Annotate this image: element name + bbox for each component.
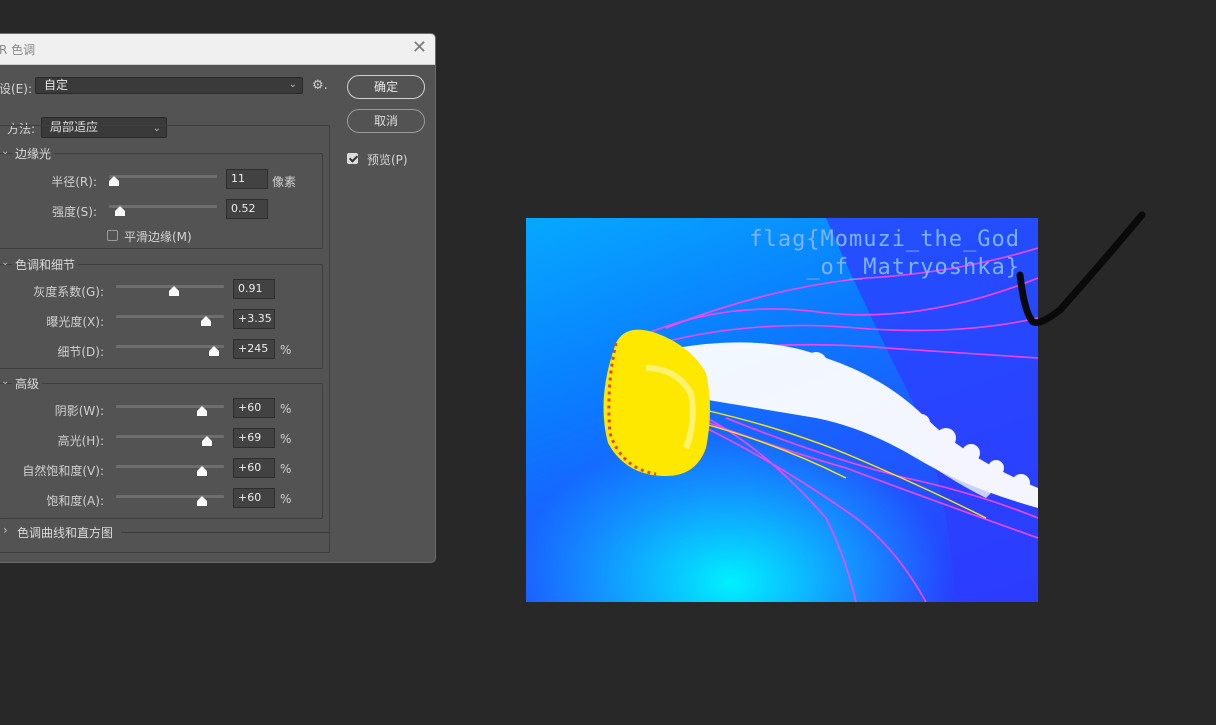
shadow-label: 阴影(W): (54, 404, 104, 418)
vibrance-label: 自然饱和度(V): (22, 464, 104, 478)
radius-slider[interactable] (109, 175, 217, 178)
shadow-slider[interactable] (116, 405, 224, 408)
gamma-input[interactable]: 0.91 (233, 279, 275, 299)
cancel-button[interactable]: 取消 (347, 109, 425, 133)
highlight-label: 高光(H): (57, 434, 104, 448)
saturation-unit: % (280, 492, 292, 506)
chevron-down-icon[interactable]: ⌄ (1, 257, 9, 268)
preview-label: 预览(P) (367, 153, 408, 167)
chevron-down-icon[interactable]: ⌄ (1, 146, 9, 157)
dialog-title: R 色调 (0, 43, 36, 57)
chevron-down-icon: ⌄ (288, 79, 297, 90)
flag-text: flag{Momuzi_the_God _of_Matryoshka} (749, 226, 1020, 282)
curves-title[interactable]: 色调曲线和直方图 (14, 524, 117, 541)
exposure-input[interactable]: +3.35 (233, 309, 275, 329)
saturation-input[interactable]: +60 (233, 488, 275, 508)
curves-divider (121, 532, 330, 533)
shadow-input[interactable]: +60 (233, 398, 275, 418)
vibrance-slider[interactable] (116, 465, 224, 468)
gear-icon[interactable]: ⚙. (312, 78, 328, 93)
smooth-edges-label: 平滑边缘(M) (124, 230, 192, 244)
document-canvas[interactable]: flag{Momuzi_the_God _of_Matryoshka} (526, 218, 1038, 602)
preset-value: 自定 (44, 78, 69, 92)
smooth-edges-checkbox[interactable] (107, 230, 118, 241)
detail-slider[interactable] (116, 345, 224, 348)
shadow-unit: % (280, 402, 292, 416)
exposure-label: 曝光度(X): (46, 315, 104, 329)
radius-input[interactable]: 11 (226, 169, 268, 189)
strength-slider[interactable] (109, 205, 217, 208)
flag-text-line-1: flag{Momuzi_the_God (749, 227, 1020, 252)
tone-detail-title: 色调和细节 (12, 256, 79, 273)
highlight-input[interactable]: +69 (233, 428, 275, 448)
radius-label: 半径(R): (51, 175, 97, 189)
vibrance-unit: % (280, 462, 292, 476)
close-icon[interactable]: ✕ (412, 37, 427, 59)
ok-button[interactable]: 确定 (347, 75, 425, 99)
flag-text-line-2: _of_Matryoshka} (806, 255, 1020, 280)
gamma-label: 灰度系数(G): (33, 285, 104, 299)
checkmark-stroke (1016, 211, 1146, 327)
detail-unit: % (280, 343, 292, 357)
strength-input[interactable]: 0.52 (226, 199, 268, 219)
detail-label: 细节(D): (57, 345, 104, 359)
saturation-slider[interactable] (116, 495, 224, 498)
chevron-right-icon[interactable]: › (3, 523, 8, 537)
preset-select[interactable]: 自定 ⌄ (35, 77, 303, 94)
radius-unit: 像素 (272, 175, 297, 189)
edge-glow-title: 边缘光 (12, 145, 55, 162)
dialog-titlebar[interactable]: R 色调 ✕ (0, 34, 435, 65)
advanced-title: 高级 (12, 375, 43, 392)
detail-input[interactable]: +245 (233, 339, 275, 359)
chevron-down-icon[interactable]: ⌄ (1, 376, 9, 387)
preset-label: 设(E): (0, 82, 32, 96)
highlight-unit: % (280, 432, 292, 446)
vibrance-input[interactable]: +60 (233, 458, 275, 478)
hdr-toning-dialog: R 色调 ✕ 设(E): 自定 ⌄ ⚙. 确定 取消 预览(P) 方法: 局部适… (0, 33, 436, 563)
saturation-label: 饱和度(A): (46, 494, 104, 508)
strength-label: 强度(S): (51, 205, 97, 219)
preview-checkbox[interactable] (347, 153, 358, 164)
